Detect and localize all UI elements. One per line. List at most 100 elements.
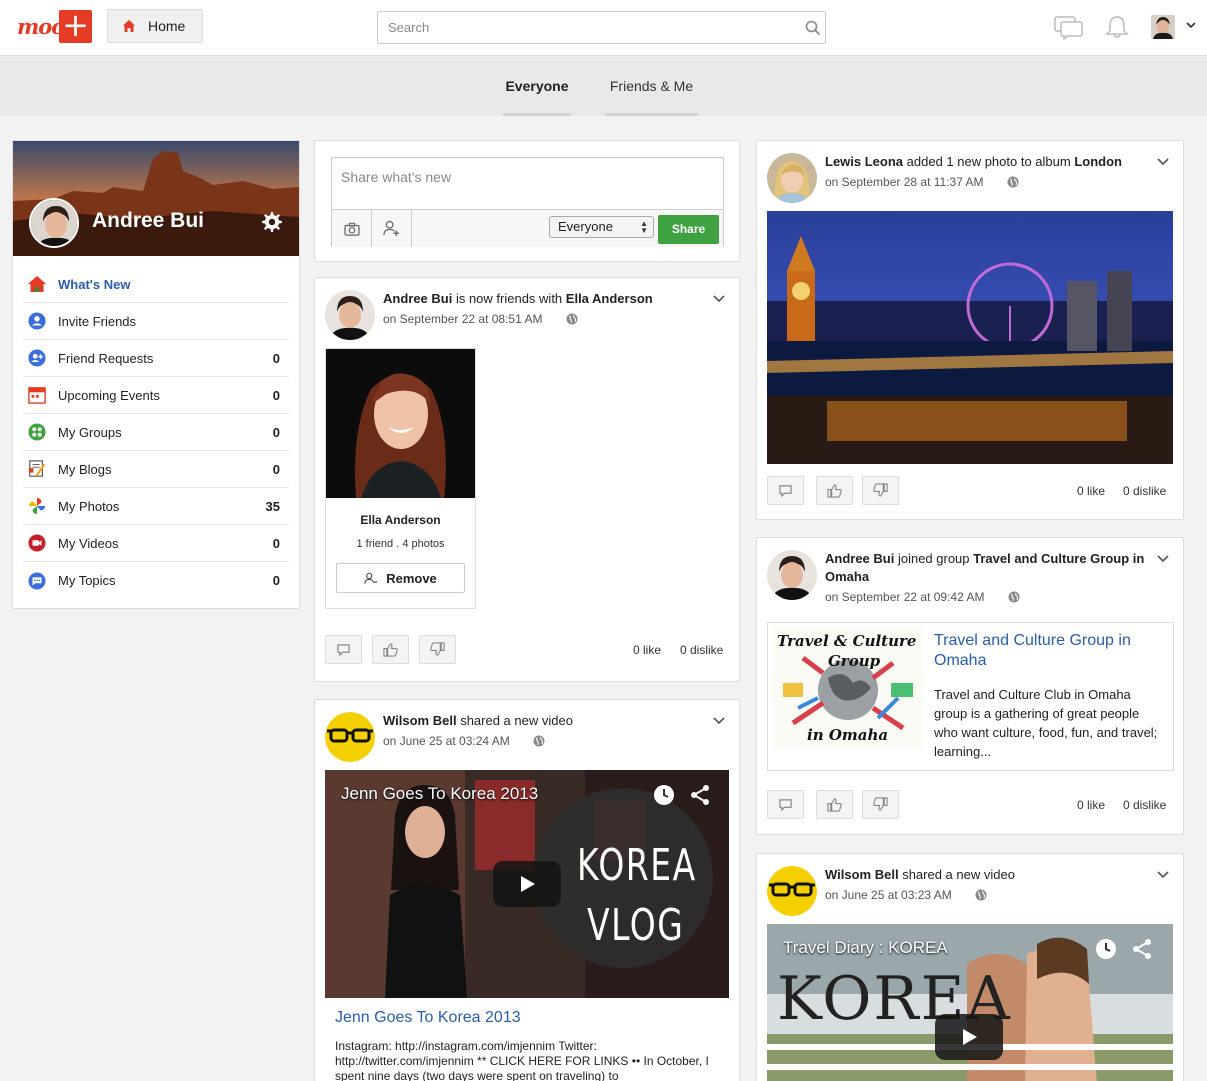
actor-link[interactable]: Andree Bui	[383, 291, 452, 306]
chevron-down-icon[interactable]	[1186, 20, 1196, 30]
chevron-down-icon[interactable]	[1157, 157, 1169, 167]
like-button[interactable]	[816, 790, 853, 819]
group-image[interactable]: Travel & Culture Group in Omaha	[773, 628, 923, 748]
video-link[interactable]: Jenn Goes To Korea 2013	[335, 1009, 521, 1027]
play-button[interactable]	[493, 861, 561, 907]
messages-icon[interactable]	[1054, 14, 1084, 40]
like-count[interactable]: 0 like	[1077, 798, 1105, 812]
feed-filter-bar: Everyone Friends & Me	[0, 57, 1207, 116]
feed-activity-text: Andree Bui is now friends with Ella Ande…	[383, 290, 653, 308]
tab-friends-and-me[interactable]: Friends & Me	[605, 57, 698, 116]
menu-item-my-blogs[interactable]: My Blogs 0	[23, 451, 289, 488]
actor-link[interactable]: Wilsom Bell	[383, 713, 457, 728]
menu-item-my-photos[interactable]: My Photos 35	[23, 488, 289, 525]
add-photo-button[interactable]	[332, 210, 372, 247]
comment-button[interactable]	[767, 790, 804, 819]
logo[interactable]: moo	[17, 14, 65, 39]
actor-link[interactable]: Andree Bui	[825, 551, 894, 566]
bell-icon[interactable]	[1102, 14, 1132, 40]
album-photo[interactable]	[767, 211, 1173, 464]
friend-name[interactable]: Ella Anderson	[326, 513, 475, 527]
comment-button[interactable]	[767, 476, 804, 505]
active-tab-indicator	[503, 113, 571, 116]
chevron-down-icon[interactable]	[713, 716, 725, 726]
chevron-down-icon[interactable]	[713, 294, 725, 304]
like-count[interactable]: 0 like	[633, 643, 661, 657]
actor-link[interactable]: Lewis Leona	[825, 154, 903, 169]
comment-button[interactable]	[325, 635, 362, 664]
share-icon[interactable]	[1131, 938, 1153, 960]
actor-link[interactable]: Wilsom Bell	[825, 867, 899, 882]
menu-label: My Photos	[58, 498, 120, 514]
author-avatar[interactable]	[325, 712, 375, 762]
author-avatar[interactable]	[767, 153, 817, 203]
dislike-button[interactable]	[419, 635, 456, 664]
video-player[interactable]: KOREA Travel Diary : KOREA	[767, 924, 1173, 1081]
menu-item-upcoming-events[interactable]: Upcoming Events 0	[23, 377, 289, 414]
menu-item-my-topics[interactable]: My Topics 0	[23, 562, 289, 599]
post-date[interactable]: on September 22 at 08:51 AM	[383, 312, 542, 326]
post-actions: 0 like 0 dislike	[325, 635, 725, 665]
share-button[interactable]: Share	[658, 215, 719, 244]
home-button[interactable]: Home	[107, 9, 203, 43]
feed-activity-text: Andree Bui joined group Travel and Cultu…	[825, 550, 1155, 586]
author-avatar[interactable]	[767, 550, 817, 600]
like-button[interactable]	[372, 635, 409, 664]
tab-everyone[interactable]: Everyone	[503, 57, 571, 116]
calendar-icon	[27, 385, 47, 405]
dislike-button[interactable]	[862, 476, 899, 505]
create-plus-button[interactable]: +	[59, 9, 92, 43]
user-avatar[interactable]	[1151, 15, 1175, 39]
tag-friends-button[interactable]	[372, 210, 412, 247]
dislike-count[interactable]: 0 dislike	[1123, 484, 1166, 498]
author-avatar[interactable]	[325, 290, 375, 340]
composer-toolbar: Everyone ▲ ▼ Share	[332, 209, 723, 247]
post-date[interactable]: on September 28 at 11:37 AM	[825, 175, 984, 189]
menu-item-my-videos[interactable]: My Videos 0	[23, 525, 289, 562]
privacy-select[interactable]: Everyone ▲ ▼	[549, 216, 654, 238]
profile-menu: What's New Invite Friends Friend Request…	[23, 266, 289, 599]
feed-item-photo: Lewis Leona added 1 new photo to album L…	[756, 140, 1184, 520]
chevron-down-icon[interactable]	[1157, 870, 1169, 880]
play-button[interactable]	[935, 1014, 1003, 1060]
menu-item-whats-new[interactable]: What's New	[23, 266, 289, 303]
gear-icon[interactable]	[262, 212, 282, 232]
group-title[interactable]: Travel and Culture Group in Omaha	[934, 631, 1164, 671]
search-icon[interactable]	[805, 20, 821, 36]
status-input[interactable]: Share what's new	[341, 169, 451, 185]
post-date[interactable]: on June 25 at 03:23 AM	[825, 888, 952, 902]
album-link[interactable]: London	[1074, 154, 1122, 169]
group-description: Travel and Culture Club in Omaha group i…	[934, 687, 1158, 759]
menu-item-my-groups[interactable]: My Groups 0	[23, 414, 289, 451]
like-count[interactable]: 0 like	[1077, 484, 1105, 498]
menu-count: 0	[272, 535, 280, 551]
thumbs-down-icon	[873, 797, 888, 811]
like-button[interactable]	[816, 476, 853, 505]
watch-later-icon[interactable]	[653, 784, 675, 806]
search-input[interactable]	[378, 12, 778, 43]
activity-verb: shared a new video	[898, 867, 1015, 882]
play-icon	[963, 1029, 977, 1045]
profile-name[interactable]: Andree Bui	[92, 209, 204, 233]
friend-card: Ella Anderson 1 friend . 4 photos Remove	[325, 348, 476, 609]
group-preview[interactable]: Travel & Culture Group in Omaha Travel a…	[767, 622, 1174, 771]
post-date[interactable]: on June 25 at 03:24 AM	[383, 734, 510, 748]
post-date[interactable]: on September 22 at 09:42 AM	[825, 590, 984, 604]
chevron-down-icon[interactable]	[1157, 554, 1169, 564]
dislike-count[interactable]: 0 dislike	[1123, 798, 1166, 812]
menu-item-invite-friends[interactable]: Invite Friends	[23, 303, 289, 340]
add-person-icon	[27, 348, 47, 368]
remove-friend-button[interactable]: Remove	[336, 563, 465, 593]
dislike-button[interactable]	[862, 790, 899, 819]
group-image-text: Group	[828, 652, 881, 670]
photos-icon	[27, 496, 47, 516]
share-icon[interactable]	[689, 784, 711, 806]
video-player[interactable]: Jenn Goes To Korea 2013 KOREA VLOG	[325, 770, 729, 998]
friend-photo[interactable]	[326, 349, 475, 498]
watch-later-icon[interactable]	[1095, 938, 1117, 960]
dislike-count[interactable]: 0 dislike	[680, 643, 723, 657]
menu-item-friend-requests[interactable]: Friend Requests 0	[23, 340, 289, 377]
profile-avatar[interactable]	[29, 198, 79, 248]
author-avatar[interactable]	[767, 866, 817, 916]
target-link[interactable]: Ella Anderson	[566, 291, 653, 306]
